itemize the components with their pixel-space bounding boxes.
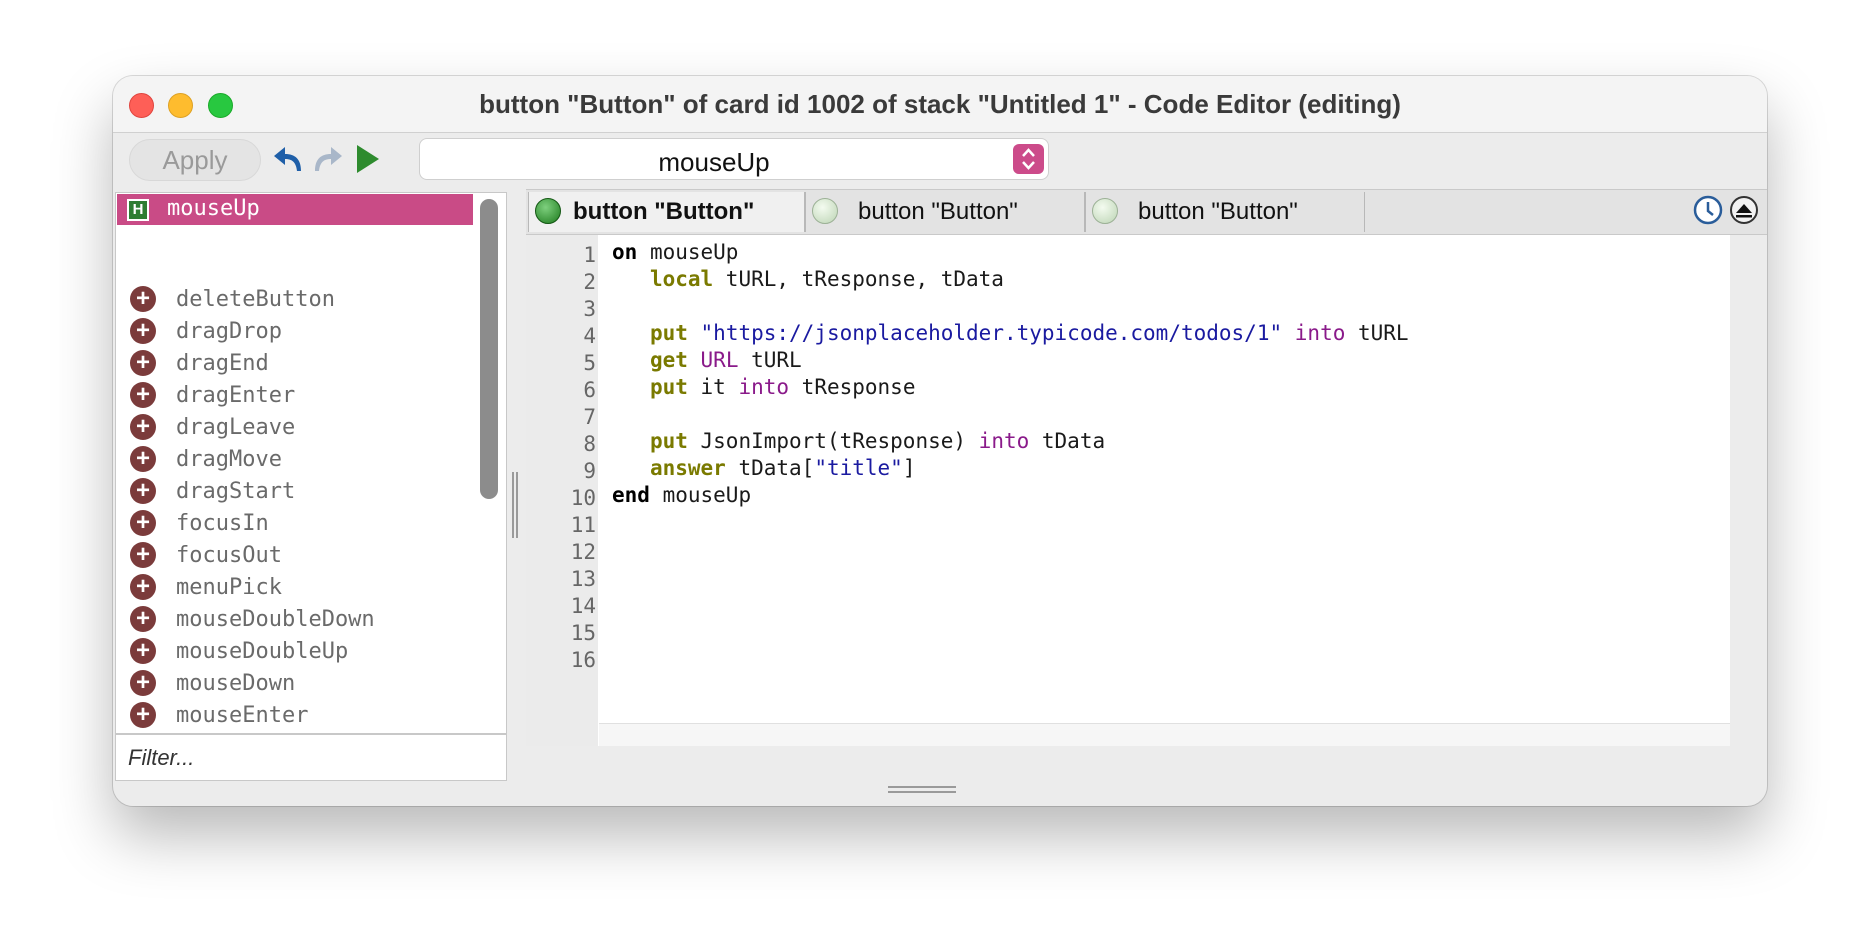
line-number: 15 [570, 621, 596, 645]
add-handler-icon[interactable]: + [130, 702, 156, 728]
list-item[interactable]: + dragStart [116, 476, 476, 508]
sidebar-scrollbar[interactable] [480, 199, 498, 499]
add-handler-icon[interactable]: + [130, 446, 156, 472]
add-handler-icon[interactable]: + [130, 510, 156, 536]
line-number: 1 [583, 243, 596, 267]
add-handler-icon[interactable]: + [130, 606, 156, 632]
add-handler-icon[interactable]: + [130, 414, 156, 440]
code-line: local tURL, tResponse, tData [649, 267, 1004, 291]
script-tabs-bar: button "Button" button "Button" button "… [526, 189, 1767, 235]
list-item[interactable]: + dragMove [116, 444, 476, 476]
tab-button-3[interactable]: button "Button" [1085, 192, 1365, 232]
line-number: 11 [570, 513, 596, 537]
list-item[interactable]: + deleteButton [116, 284, 476, 316]
list-item[interactable]: + mouseEnter [116, 700, 476, 732]
handler-list-panel: H mouseUp + deleteButton + dragDrop + dragE… [115, 192, 507, 734]
list-item[interactable]: + mouseDoubleUp [116, 636, 476, 668]
add-handler-icon[interactable]: + [130, 350, 156, 376]
list-item[interactable]: + menuPick [116, 572, 476, 604]
editor-vertical-scrollbar[interactable] [1730, 235, 1767, 746]
code-line: end mouseUp [612, 483, 752, 507]
line-number: 5 [583, 351, 596, 375]
list-item[interactable]: + dragLeave [116, 412, 476, 444]
list-item[interactable]: + dragEnter [116, 380, 476, 412]
apply-button[interactable]: Apply [129, 139, 261, 181]
line-number: 4 [583, 324, 596, 348]
add-handler-icon[interactable]: + [130, 318, 156, 344]
code-line: answer tData["title"] [649, 456, 916, 480]
status-led-icon [812, 198, 838, 224]
line-number: 2 [583, 270, 596, 294]
list-item[interactable]: + mouseDoubleDown [116, 604, 476, 636]
handler-select[interactable]: mouseUp [419, 138, 1049, 180]
line-number: 9 [583, 459, 596, 483]
script-editor[interactable]: 1 2 3 4 5 6 7 8 9 10 11 12 13 14 15 16 o… [526, 235, 1730, 746]
collapse-up-icon[interactable] [1728, 194, 1760, 226]
window-title: button "Button" of card id 1002 of stack… [479, 89, 1401, 119]
add-handler-icon[interactable]: + [130, 638, 156, 664]
handler-select-value: mouseUp [658, 147, 770, 177]
tab-button-active[interactable]: button "Button" [528, 192, 805, 232]
line-number-gutter: 1 2 3 4 5 6 7 8 9 10 11 12 13 14 15 16 [526, 235, 598, 746]
add-handler-icon[interactable]: + [130, 382, 156, 408]
add-handler-icon[interactable]: + [130, 670, 156, 696]
line-number: 14 [570, 594, 596, 618]
list-item[interactable]: + mouseDown [116, 668, 476, 700]
line-number: 13 [570, 567, 596, 591]
status-led-icon [535, 198, 561, 224]
editor-horizontal-scrollbar[interactable] [599, 723, 1730, 746]
line-number: 6 [583, 378, 596, 402]
redo-arrow-icon[interactable] [309, 141, 345, 177]
code-line: on mouseUp [612, 240, 739, 264]
code-editor-window: button "Button" of card id 1002 of stack… [113, 76, 1767, 806]
handler-h-icon: H [127, 199, 149, 221]
list-item[interactable]: + dragEnd [116, 348, 476, 380]
pane-divider-grip[interactable] [510, 472, 520, 538]
chevron-up-down-icon [1022, 148, 1035, 170]
status-led-icon [1092, 198, 1118, 224]
undo-arrow-icon[interactable] [271, 141, 307, 177]
line-number: 8 [583, 432, 596, 456]
add-handler-icon[interactable]: + [130, 286, 156, 312]
line-number: 7 [583, 405, 596, 429]
tab-button-2[interactable]: button "Button" [805, 192, 1085, 232]
code-line: put it into tResponse [649, 375, 916, 399]
handler-select-stepper[interactable] [1013, 144, 1044, 174]
add-handler-icon[interactable]: + [130, 478, 156, 504]
code-line: put "https://jsonplaceholder.typicode.co… [649, 321, 1409, 345]
title-bar: button "Button" of card id 1002 of stack… [113, 76, 1767, 133]
list-item[interactable]: + dragDrop [116, 316, 476, 348]
message-list: + deleteButton + dragDrop + dragEnd + dragEn… [116, 284, 476, 732]
selected-handler-item[interactable]: H mouseUp [117, 194, 473, 225]
list-item[interactable]: + focusOut [116, 540, 476, 572]
code-line: get URL tURL [649, 348, 802, 372]
play-icon[interactable] [349, 141, 385, 177]
line-number: 10 [570, 486, 596, 510]
line-number: 16 [570, 648, 596, 672]
resize-grip[interactable] [888, 786, 956, 796]
clock-icon[interactable] [1692, 194, 1724, 226]
filter-field[interactable]: Filter... [115, 734, 507, 781]
line-number: 12 [570, 540, 596, 564]
toolbar: Apply mouseUp [113, 133, 1767, 189]
list-item[interactable]: + focusIn [116, 508, 476, 540]
add-handler-icon[interactable]: + [130, 574, 156, 600]
code-line: put JsonImport(tResponse) into tData [649, 429, 1106, 453]
line-number: 3 [583, 297, 596, 321]
add-handler-icon[interactable]: + [130, 542, 156, 568]
